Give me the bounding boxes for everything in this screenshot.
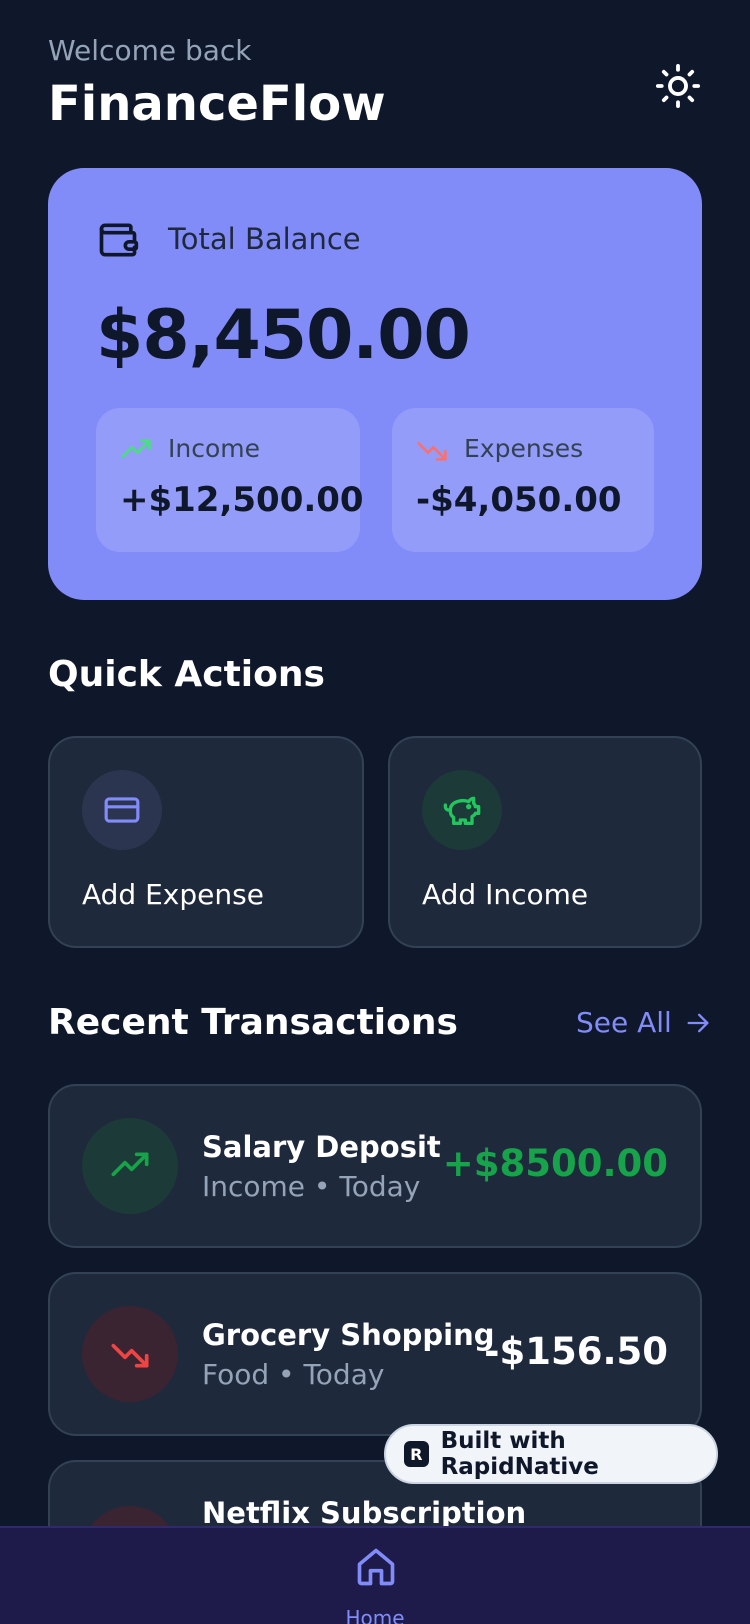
theme-toggle-button[interactable] <box>650 58 706 114</box>
income-label: Income <box>168 434 260 463</box>
add-income-button[interactable]: Add Income <box>388 736 702 948</box>
trending-up-icon <box>121 439 151 458</box>
add-income-icon-circle <box>422 770 502 850</box>
transaction-row[interactable]: Grocery Shopping Food • Today -$156.50 <box>48 1272 702 1436</box>
expenses-value: -$4,050.00 <box>416 480 622 520</box>
arrow-right-icon <box>687 1013 709 1032</box>
transaction-title: Netflix Subscription <box>202 1496 527 1530</box>
home-icon <box>357 1548 395 1586</box>
badge-label: Built with RapidNative <box>440 1428 599 1480</box>
add-expense-label: Add Expense <box>82 878 264 911</box>
piggy-bank-icon <box>443 796 481 825</box>
transaction-amount: +$8500.00 <box>442 1142 668 1185</box>
welcome-text: Welcome back <box>48 34 252 67</box>
expenses-stat: Expenses -$4,050.00 <box>392 408 654 552</box>
transaction-title: Salary Deposit <box>202 1130 441 1164</box>
bottom-navigation: Home <box>0 1526 750 1624</box>
app-screen: Welcome back FinanceFlow Total Balance $… <box>0 0 750 1624</box>
balance-amount: $8,450.00 <box>96 296 471 375</box>
transaction-amount: -$156.50 <box>484 1330 668 1373</box>
balance-card: Total Balance $8,450.00 Income +$12,500.… <box>48 168 702 600</box>
nav-home-label: Home <box>345 1606 405 1624</box>
trending-down-icon <box>111 1343 149 1368</box>
add-expense-icon-circle <box>82 770 162 850</box>
add-expense-button[interactable]: Add Expense <box>48 736 364 948</box>
rapidnative-logo-icon: R <box>404 1441 429 1467</box>
see-all-link[interactable]: See All <box>576 1006 712 1039</box>
see-all-label: See All <box>576 1006 672 1039</box>
app-title: FinanceFlow <box>48 76 386 132</box>
quick-actions-title: Quick Actions <box>48 654 325 695</box>
transaction-icon-circle <box>82 1306 178 1402</box>
recent-transactions-title: Recent Transactions <box>48 1002 458 1043</box>
transaction-row[interactable]: Salary Deposit Income • Today +$8500.00 <box>48 1084 702 1248</box>
balance-label: Total Balance <box>168 222 361 256</box>
add-income-label: Add Income <box>422 878 589 911</box>
sun-icon <box>655 63 701 109</box>
transaction-subtitle: Food • Today <box>202 1358 385 1391</box>
transaction-title: Grocery Shopping <box>202 1318 495 1352</box>
trending-down-icon <box>417 442 447 461</box>
trending-up-icon <box>111 1152 149 1177</box>
credit-card-icon <box>104 797 140 823</box>
nav-item-home[interactable]: Home <box>335 1544 415 1624</box>
built-with-badge[interactable]: R Built with RapidNative <box>384 1424 718 1484</box>
transaction-subtitle: Income • Today <box>202 1170 421 1203</box>
income-stat: Income +$12,500.00 <box>96 408 364 552</box>
income-value: +$12,500.00 <box>120 480 364 520</box>
transaction-icon-circle <box>82 1118 178 1214</box>
expenses-label: Expenses <box>464 434 584 463</box>
wallet-icon <box>99 223 139 257</box>
